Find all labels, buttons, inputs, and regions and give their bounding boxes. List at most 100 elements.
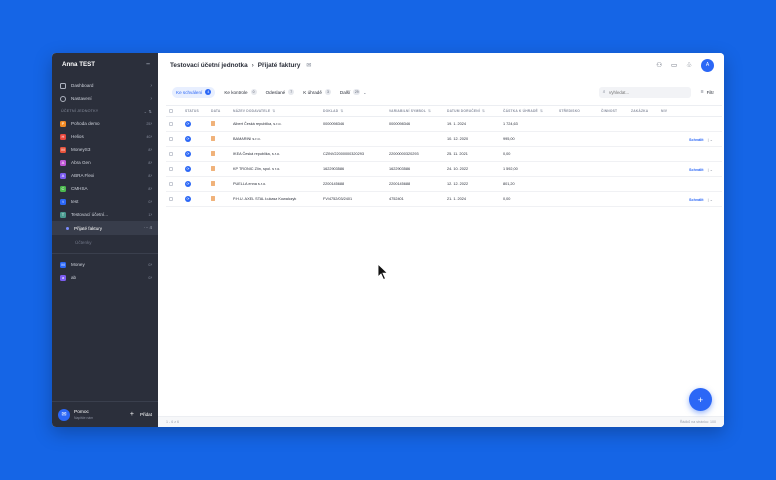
sidebar-item-settings[interactable]: Nastavení › [52, 92, 158, 105]
row-checkbox[interactable] [169, 121, 173, 126]
chevron-right-icon: › [150, 185, 152, 192]
sidebar-sub-item-receipts[interactable]: Účtenky [52, 235, 158, 249]
doc-number-cell [320, 131, 386, 147]
filter-tab[interactable]: Odeslané 7 [266, 87, 295, 98]
table-row[interactable]: ⟳ P.H.U. AXEL STAL Łukasz Kowalczyk FV/475… [166, 191, 722, 207]
sidebar-item-unit[interactable]: M MoneyS3 8 › [52, 143, 158, 156]
filter-tab[interactable]: Ke kontrole 0 [224, 87, 257, 98]
approve-button[interactable]: Schválit | ⌄ [689, 168, 713, 172]
rows-per-page[interactable]: Řádků na stránku: 100 [680, 420, 716, 424]
status-icon: ⟳ [185, 151, 191, 157]
table-row[interactable]: ⟳ BAMARINI s.r.o. 10. 12. 2020 995,00 Schvál… [166, 131, 722, 147]
sidebar-item-unit[interactable]: M Money 0 › [52, 258, 158, 271]
sidebar-item-unit[interactable]: C CMHSA 8 › [52, 182, 158, 195]
row-checkbox[interactable] [169, 151, 173, 156]
help-subtitle: Napište nám [74, 415, 94, 420]
chevron-right-icon: › [150, 120, 152, 127]
sidebar-item-unit[interactable]: A Abra Gen 8 › [52, 156, 158, 169]
sidebar-item-unit[interactable]: T Testovací účetní... 1 › [52, 208, 158, 221]
message-icon[interactable]: ▭ [671, 61, 677, 69]
status-cell: ⟳ [182, 146, 208, 162]
column-header[interactable]: ČÁSTKA K ÚHRADĚ ⇅ [500, 105, 556, 117]
document-icon[interactable] [211, 166, 215, 171]
empty-cell [556, 176, 598, 192]
sidebar-item-label: Pohoda demo [71, 121, 100, 126]
column-header[interactable]: STŘEDISKO [556, 105, 598, 117]
column-header[interactable]: ČINNOST [598, 105, 628, 117]
document-icon[interactable] [211, 151, 215, 156]
chevron-right-icon: › [150, 133, 152, 140]
pagination-range: 1 - 6 z 6 [166, 420, 179, 424]
search-input[interactable] [608, 89, 679, 95]
column-header[interactable]: DATUM DORUČENÍ ⇅ [444, 105, 500, 117]
amount-cell: 0,00 [500, 146, 556, 162]
add-document-fab[interactable]: + [689, 388, 712, 411]
breadcrumb-parent[interactable]: Testovací účetní jednotka [170, 62, 248, 69]
doc-number-cell: 0000098346 [320, 116, 386, 132]
filter-tab[interactable]: K úhradě 3 [303, 87, 331, 98]
status-icon: ⟳ [185, 196, 191, 202]
table-row[interactable]: ⟳ Albert Česká republika, s.r.o. 000009834… [166, 116, 722, 132]
column-header[interactable]: NIV [658, 105, 686, 117]
mail-settings-icon[interactable]: ✉ [306, 62, 311, 69]
notification-icon[interactable]: ♧ [686, 61, 692, 69]
sidebar-item-unit[interactable]: t test 0 › [52, 195, 158, 208]
filter-button[interactable]: ≡ Filtr [701, 89, 714, 95]
column-header[interactable]: STATUS [182, 105, 208, 117]
column-header[interactable]: DATA [208, 105, 230, 117]
sidebar-item-unit[interactable]: a ab 0 › [52, 271, 158, 284]
chevron-down-icon[interactable]: | ⌄ [708, 138, 713, 142]
column-header[interactable]: VARIABILNÍ SYMBOL ⇅ [386, 105, 444, 117]
sub-item-actions[interactable]: ⋯ 4 [144, 225, 152, 231]
action-cell [686, 116, 722, 132]
document-icon[interactable] [211, 181, 215, 186]
select-all-header[interactable] [166, 105, 182, 117]
tab-count-badge: 4 [205, 89, 212, 95]
filter-tab[interactable]: Další 29 ⌄ [340, 87, 367, 98]
select-all-checkbox[interactable] [169, 108, 173, 113]
chevron-down-icon[interactable]: | ⌄ [708, 198, 713, 202]
sidebar-item-label: Abra Gen [71, 160, 91, 165]
column-header[interactable]: NÁZEV DODAVATELE ⇅ [230, 105, 320, 117]
row-checkbox[interactable] [169, 166, 173, 171]
amount-cell: 1 724,63 [500, 116, 556, 132]
row-checkbox[interactable] [169, 136, 173, 141]
approve-button[interactable]: Schválit | ⌄ [689, 138, 713, 142]
account-header[interactable]: Anna TEST – [52, 53, 158, 75]
row-checkbox[interactable] [169, 196, 173, 201]
minus-icon[interactable]: – [146, 61, 150, 68]
chevron-down-icon[interactable]: | ⌄ [708, 168, 713, 172]
table-row[interactable]: ⟳ IKEA Česká republika, s.r.o. CZINV220000… [166, 146, 722, 162]
chat-icon[interactable]: ✉ [58, 408, 70, 421]
column-header-label: STATUS [185, 109, 199, 113]
table-row[interactable]: ⟳ KP TRONIC Zlín, spol. s r.o. 1622903586 1… [166, 161, 722, 177]
sidebar-item-label: CMHSA [71, 186, 88, 191]
document-icon[interactable] [211, 121, 215, 126]
section-tools-icon[interactable]: ⌄ ⇅ [144, 109, 152, 114]
empty-cell [628, 176, 658, 192]
header-actions: ⚇ ▭ ♧ A [656, 58, 714, 72]
document-icon[interactable] [211, 136, 215, 141]
chevron-right-icon: › [150, 261, 152, 268]
search-box[interactable]: ⌕ [598, 86, 691, 98]
filter-tab[interactable]: Ke schválení 4 [172, 86, 216, 98]
row-select-cell [166, 131, 182, 147]
sidebar-sub-item-invoices[interactable]: Přijaté faktury ⋯ 4 [52, 221, 161, 235]
avatar[interactable]: A [701, 58, 714, 72]
column-header[interactable]: DOKLAD ⇅ [320, 105, 386, 117]
sidebar-item-unit[interactable]: P Pohoda demo 25 › [52, 117, 158, 130]
sidebar-item-unit[interactable]: H Helios 40 › [52, 130, 158, 143]
row-checkbox[interactable] [169, 181, 173, 186]
document-icon[interactable] [211, 196, 215, 201]
sidebar-item-label: Dashboard [71, 83, 94, 88]
status-cell: ⟳ [182, 161, 208, 177]
help-link[interactable]: Pomoc Napište nám [74, 410, 93, 420]
approve-button[interactable]: Schválit | ⌄ [689, 198, 713, 202]
column-header[interactable]: ZAKÁZKA [628, 105, 658, 117]
row-select-cell [166, 191, 182, 207]
table-row[interactable]: ⟳ PUELLA enna s.r.o. 2200145688 2200145688 1… [166, 176, 722, 192]
sidebar-item-unit[interactable]: A ABRA Flexi 8 › [52, 169, 158, 182]
sidebar-item-dashboard[interactable]: Dashboard › [52, 79, 158, 92]
user-icon[interactable]: ⚇ [656, 61, 662, 69]
add-button[interactable]: + Přidat [130, 411, 152, 418]
